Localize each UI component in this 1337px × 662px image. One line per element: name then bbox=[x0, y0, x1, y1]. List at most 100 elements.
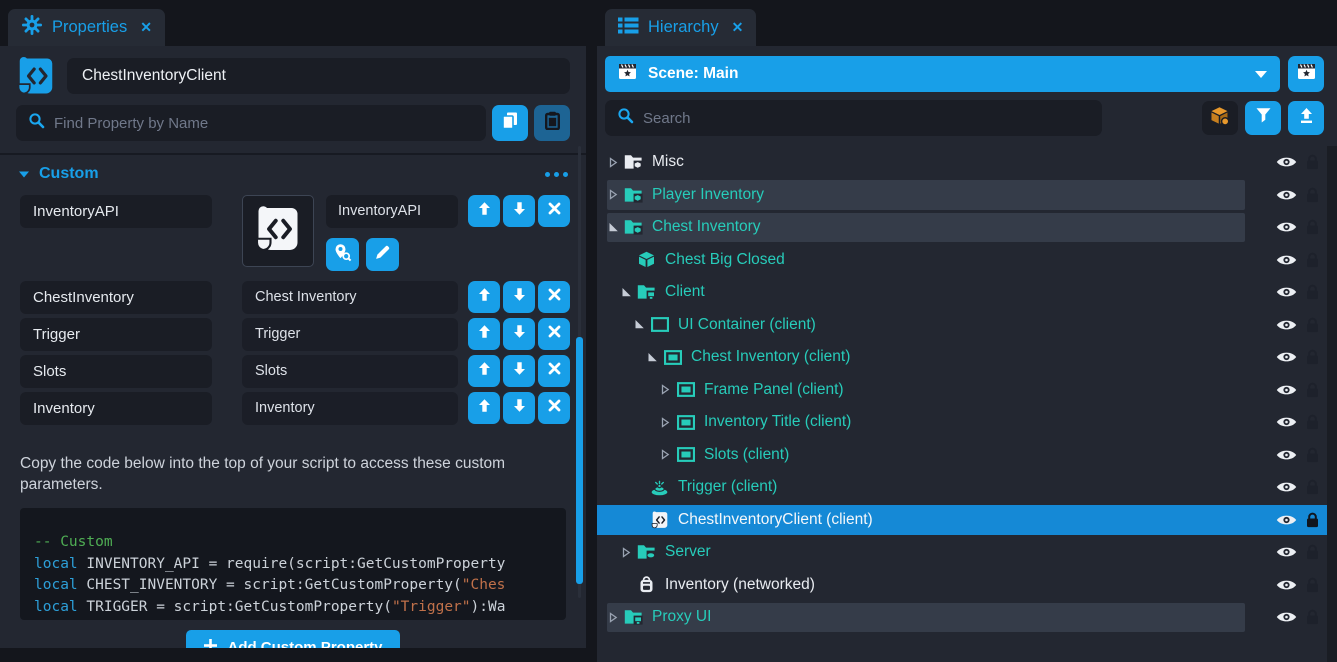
move-down-button[interactable] bbox=[503, 318, 535, 350]
lock-icon[interactable] bbox=[1306, 577, 1319, 593]
tab-hierarchy[interactable]: Hierarchy ✕ bbox=[605, 9, 756, 46]
tree-row-ui-container-client[interactable]: UI Container (client) bbox=[597, 309, 1337, 342]
property-search-input[interactable] bbox=[54, 115, 474, 132]
eye-icon[interactable] bbox=[1276, 513, 1297, 526]
eye-icon[interactable] bbox=[1276, 481, 1297, 494]
move-up-button[interactable] bbox=[468, 195, 500, 227]
asset-cube-button[interactable] bbox=[1202, 101, 1238, 135]
lock-icon[interactable] bbox=[1306, 284, 1319, 300]
edit-script-button[interactable] bbox=[366, 238, 399, 271]
eye-icon[interactable] bbox=[1276, 156, 1297, 169]
eye-icon[interactable] bbox=[1276, 546, 1297, 559]
tree-row-misc[interactable]: Misc bbox=[597, 146, 1337, 179]
close-icon[interactable]: ✕ bbox=[140, 19, 152, 36]
property-name-field[interactable]: ChestInventory bbox=[20, 281, 212, 314]
lock-icon[interactable] bbox=[1306, 479, 1319, 495]
eye-icon[interactable] bbox=[1276, 383, 1297, 396]
scrollbar-thumb[interactable] bbox=[576, 337, 583, 584]
add-custom-property-button[interactable]: Add Custom Property bbox=[186, 630, 399, 648]
remove-property-button[interactable] bbox=[538, 392, 570, 424]
lock-icon[interactable] bbox=[1306, 512, 1319, 528]
property-value-field[interactable]: Trigger bbox=[242, 318, 458, 351]
remove-property-button[interactable] bbox=[538, 281, 570, 313]
collapse-arrow-icon[interactable] bbox=[633, 318, 646, 331]
move-up-button[interactable] bbox=[468, 318, 500, 350]
eye-icon[interactable] bbox=[1276, 286, 1297, 299]
move-down-button[interactable] bbox=[503, 355, 535, 387]
tree-row-slots-client[interactable]: Slots (client) bbox=[597, 439, 1337, 472]
collapse-arrow-icon[interactable] bbox=[607, 221, 620, 234]
expand-arrow-icon[interactable] bbox=[607, 611, 620, 624]
tree-row-trigger-client[interactable]: Trigger (client) bbox=[597, 471, 1337, 504]
move-down-button[interactable] bbox=[503, 281, 535, 313]
property-search[interactable] bbox=[16, 105, 486, 141]
expand-arrow-icon[interactable] bbox=[620, 546, 633, 559]
lock-icon[interactable] bbox=[1306, 447, 1319, 463]
tab-properties[interactable]: Properties ✕ bbox=[8, 9, 165, 46]
scene-selector-dropdown[interactable]: Scene: Main bbox=[605, 56, 1280, 92]
lock-icon[interactable] bbox=[1306, 382, 1319, 398]
tree-row-client[interactable]: Client bbox=[597, 276, 1337, 309]
collapse-arrow-icon[interactable] bbox=[620, 286, 633, 299]
eye-icon[interactable] bbox=[1276, 351, 1297, 364]
property-value-field[interactable]: Chest Inventory bbox=[242, 281, 458, 314]
expand-arrow-icon[interactable] bbox=[607, 156, 620, 169]
copy-properties-button[interactable] bbox=[492, 105, 528, 141]
tree-row-frame-panel-client[interactable]: Frame Panel (client) bbox=[597, 374, 1337, 407]
remove-property-button[interactable] bbox=[538, 195, 570, 227]
tree-row-chest-inventory-client[interactable]: Chest Inventory (client) bbox=[597, 341, 1337, 374]
lock-icon[interactable] bbox=[1306, 414, 1319, 430]
expand-arrow-icon[interactable] bbox=[659, 448, 672, 461]
asset-thumbnail[interactable] bbox=[242, 195, 314, 267]
hierarchy-search-input[interactable] bbox=[643, 110, 1090, 127]
lock-icon[interactable] bbox=[1306, 187, 1319, 203]
filter-button[interactable] bbox=[1245, 101, 1281, 135]
close-icon[interactable]: ✕ bbox=[732, 19, 744, 36]
tree-row-player-inventory[interactable]: Player Inventory bbox=[597, 179, 1337, 212]
property-value-field[interactable]: Slots bbox=[242, 355, 458, 388]
lock-icon[interactable] bbox=[1306, 154, 1319, 170]
code-snippet[interactable]: -- Customlocal INVENTORY_API = require(s… bbox=[20, 508, 566, 620]
object-name-field[interactable] bbox=[67, 58, 570, 94]
asset-reference-field[interactable]: InventoryAPI bbox=[326, 195, 458, 228]
eye-icon[interactable] bbox=[1276, 611, 1297, 624]
move-up-button[interactable] bbox=[468, 392, 500, 424]
eye-icon[interactable] bbox=[1276, 448, 1297, 461]
eye-icon[interactable] bbox=[1276, 578, 1297, 591]
move-up-button[interactable] bbox=[468, 281, 500, 313]
expand-arrow-icon[interactable] bbox=[659, 416, 672, 429]
property-value-field[interactable]: Inventory bbox=[242, 392, 458, 425]
hierarchy-search[interactable] bbox=[605, 100, 1102, 136]
tree-row-chestinventoryclient-client[interactable]: ChestInventoryClient (client) bbox=[597, 504, 1337, 537]
find-in-catalog-button[interactable] bbox=[326, 238, 359, 271]
eye-icon[interactable] bbox=[1276, 253, 1297, 266]
remove-property-button[interactable] bbox=[538, 318, 570, 350]
custom-section-header[interactable]: Custom bbox=[0, 155, 586, 189]
tree-row-chest-big-closed[interactable]: Chest Big Closed bbox=[597, 244, 1337, 277]
remove-property-button[interactable] bbox=[538, 355, 570, 387]
property-name-field[interactable]: Inventory bbox=[20, 392, 212, 425]
tree-row-inventory-title-client[interactable]: Inventory Title (client) bbox=[597, 406, 1337, 439]
lock-icon[interactable] bbox=[1306, 219, 1319, 235]
paste-properties-button[interactable] bbox=[534, 105, 570, 141]
move-down-button[interactable] bbox=[503, 392, 535, 424]
ellipsis-icon[interactable] bbox=[545, 172, 568, 177]
move-down-button[interactable] bbox=[503, 195, 535, 227]
lock-icon[interactable] bbox=[1306, 349, 1319, 365]
property-name-field[interactable]: Slots bbox=[20, 355, 212, 388]
eye-icon[interactable] bbox=[1276, 221, 1297, 234]
eye-icon[interactable] bbox=[1276, 188, 1297, 201]
export-button[interactable] bbox=[1288, 101, 1324, 135]
move-up-button[interactable] bbox=[468, 355, 500, 387]
expand-arrow-icon[interactable] bbox=[659, 383, 672, 396]
lock-icon[interactable] bbox=[1306, 609, 1319, 625]
eye-icon[interactable] bbox=[1276, 416, 1297, 429]
collapse-arrow-icon[interactable] bbox=[646, 351, 659, 364]
tree-row-inventory-networked[interactable]: Inventory (networked) bbox=[597, 569, 1337, 602]
eye-icon[interactable] bbox=[1276, 318, 1297, 331]
lock-icon[interactable] bbox=[1306, 252, 1319, 268]
tree-row-chest-inventory[interactable]: Chest Inventory bbox=[597, 211, 1337, 244]
lock-icon[interactable] bbox=[1306, 544, 1319, 560]
tree-row-server[interactable]: Server bbox=[597, 536, 1337, 569]
scene-manager-button[interactable] bbox=[1288, 56, 1324, 92]
